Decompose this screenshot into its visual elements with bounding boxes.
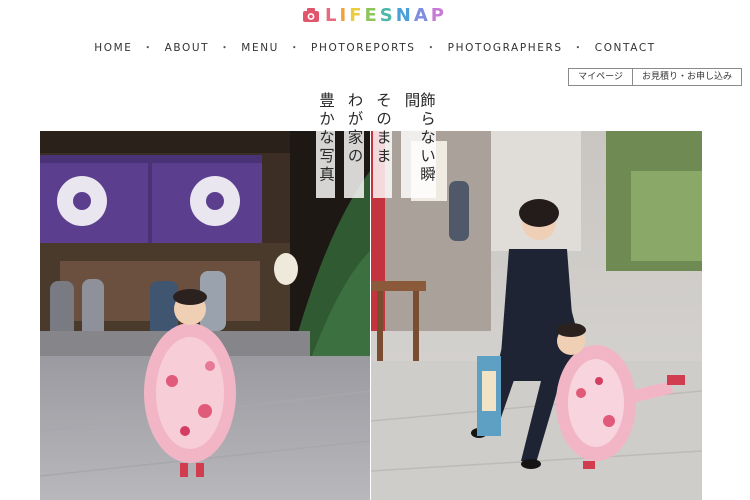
- hero-tagline: 飾らない瞬間 そのまま わが家の 豊かな写真: [312, 88, 436, 198]
- brand-letter: N: [395, 4, 414, 26]
- main-nav: HOME ・ ABOUT ・ MENU ・ PHOTOREPORTS ・ PHOTOGRAPHE…: [0, 40, 750, 55]
- camera-icon: [303, 8, 320, 22]
- brand-letter: A: [413, 4, 431, 26]
- tagline-line: 飾らない瞬間: [401, 88, 436, 198]
- brand-letter: L: [325, 4, 340, 26]
- brand-letter: I: [339, 4, 350, 26]
- brand-letter: S: [379, 4, 396, 26]
- nav-separator: ・: [572, 42, 585, 54]
- nav-item-contact[interactable]: CONTACT: [595, 42, 656, 54]
- mypage-button[interactable]: マイページ: [568, 68, 633, 86]
- tagline-line: わが家の: [344, 88, 364, 198]
- nav-item-home[interactable]: HOME: [94, 42, 132, 54]
- brand-letter: F: [349, 4, 365, 26]
- nav-separator: ・: [219, 42, 232, 54]
- nav-item-menu[interactable]: MENU: [241, 42, 279, 54]
- site-logo[interactable]: LIFESNAP: [0, 4, 750, 26]
- nav-item-photoreports[interactable]: PHOTOREPORTS: [311, 42, 416, 54]
- nav-separator: ・: [142, 42, 155, 54]
- nav-separator: ・: [288, 42, 302, 54]
- nav-item-about[interactable]: ABOUT: [165, 42, 210, 54]
- brand-letter: P: [430, 4, 447, 26]
- nav-item-photographers[interactable]: PHOTOGRAPHERS: [448, 42, 563, 54]
- estimate-apply-button[interactable]: お見積り・お申し込み: [632, 68, 742, 86]
- tagline-line: そのまま: [372, 88, 392, 198]
- utility-links: マイページ お見積り・お申し込み: [568, 68, 742, 86]
- tagline-line: 豊かな写真: [315, 88, 335, 198]
- nav-separator: ・: [425, 42, 438, 54]
- brand-letter: E: [364, 4, 380, 26]
- brand-wordmark: LIFESNAP: [325, 5, 447, 26]
